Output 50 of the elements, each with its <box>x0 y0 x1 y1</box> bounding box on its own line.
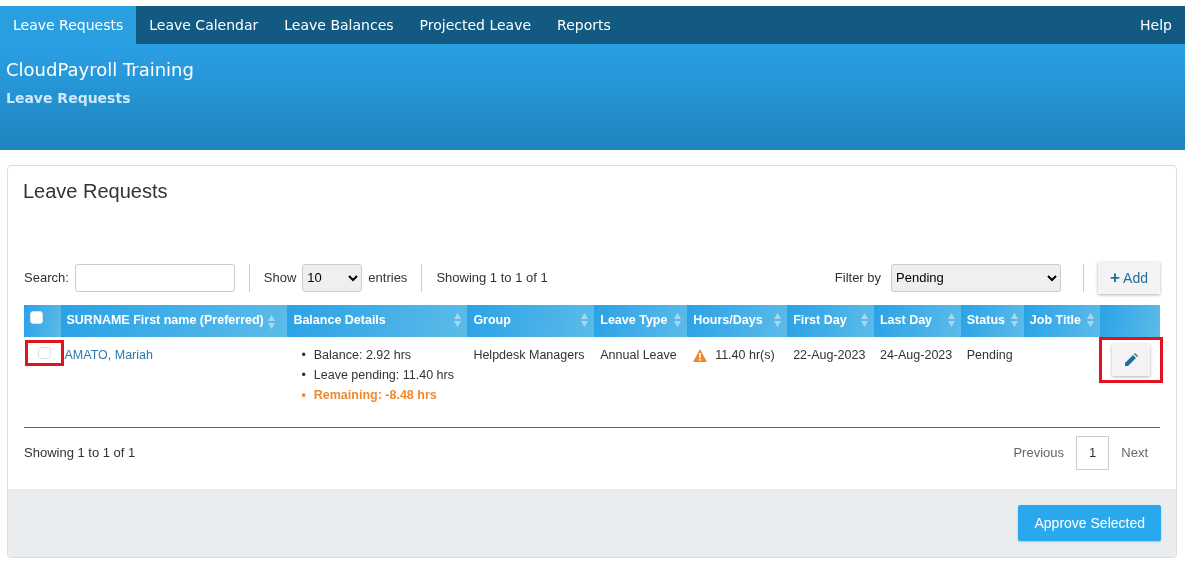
first-day-cell: 22-Aug-2023 <box>793 347 866 362</box>
entries-select[interactable]: 10 <box>302 263 363 292</box>
sort-icon <box>774 313 782 328</box>
pencil-icon <box>1124 353 1138 367</box>
page-button[interactable]: 1 <box>1076 436 1110 470</box>
sort-icon <box>860 313 868 328</box>
company-name: CloudPayroll Training <box>6 58 195 82</box>
row-checkbox[interactable] <box>38 346 51 360</box>
filter-select[interactable]: Pending <box>891 263 1062 292</box>
search-field[interactable] <box>74 263 235 292</box>
panel-title: Leave Requests <box>22 179 169 204</box>
entries-label: entries <box>368 269 408 287</box>
sort-icon <box>947 313 955 328</box>
group-cell: Helpdesk Managers <box>473 347 585 362</box>
nav-tab[interactable]: Reports <box>544 6 624 44</box>
last-day-cell: 24-Aug-2023 <box>879 347 953 362</box>
sort-icon <box>674 313 682 328</box>
nav-tab[interactable]: Leave Balances <box>271 6 407 44</box>
balance-detail: Remaining: -8.48 hrs <box>313 386 437 404</box>
previous-link[interactable]: Previous <box>1001 443 1077 463</box>
sort-icon <box>454 313 462 328</box>
status-cell: Pending <box>966 347 1013 362</box>
bullet-marker: • <box>301 386 306 404</box>
filter-label: Filter by <box>834 269 882 287</box>
page-subtitle: Leave Requests <box>6 89 132 108</box>
sort-icon <box>1087 313 1095 328</box>
next-link[interactable]: Next <box>1109 443 1160 463</box>
approve-button[interactable]: Approve Selected <box>1018 505 1161 541</box>
sort-icon <box>1010 313 1018 328</box>
employee-link[interactable]: AMATO, Mariah <box>64 347 153 362</box>
sort-icon <box>267 315 275 330</box>
edit-button[interactable] <box>1112 343 1150 376</box>
show-label: Show <box>263 269 297 287</box>
leave-type-cell: Annual Leave <box>600 347 677 362</box>
nav-tab[interactable]: Leave Requests <box>0 6 137 44</box>
table-info: Showing 1 to 1 of 1 <box>436 269 548 287</box>
hours-cell: 11.40 hr(s) <box>715 347 775 362</box>
column-header[interactable]: Group <box>473 313 511 328</box>
table-info: Showing 1 to 1 of 1 <box>24 444 136 463</box>
bullet-marker: • <box>301 346 306 364</box>
balance-detail: Leave pending: 11.40 hrs <box>313 366 454 384</box>
nav-tab[interactable]: Projected Leave <box>406 6 545 44</box>
sort-icon <box>581 313 589 328</box>
add-button[interactable]: + Add <box>1098 261 1160 294</box>
bullet-marker: • <box>301 366 306 384</box>
help-link[interactable]: Help <box>1127 6 1185 44</box>
balance-detail: Balance: 2.92 hrs <box>313 346 412 364</box>
nav-tab[interactable]: Leave Calendar <box>136 6 272 44</box>
select-all-checkbox[interactable] <box>30 311 43 324</box>
search-label: Search: <box>24 269 69 287</box>
